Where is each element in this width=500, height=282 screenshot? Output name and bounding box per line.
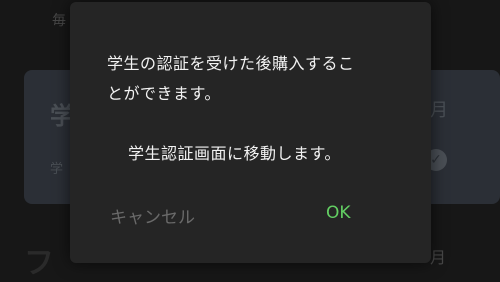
cancel-button[interactable]: キャンセル xyxy=(110,203,195,228)
background-card-month: 月 xyxy=(430,100,448,121)
dialog-message-line-3: 学生認証画面に移動します。 xyxy=(128,144,341,163)
background-card-subtitle: 学 xyxy=(50,162,64,177)
background-bottom-heading: フ xyxy=(24,246,54,281)
background-top-text: 毎 xyxy=(52,13,66,29)
dialog-message-line-2: とができます。 xyxy=(107,84,221,103)
background-bottom-month: 月 xyxy=(430,248,447,267)
dialog-message-line-1: 学生の認証を受けた後購入するこ xyxy=(107,54,355,73)
ok-button[interactable]: OK xyxy=(326,203,351,223)
confirm-dialog: 学生の認証を受けた後購入するこ とができます。 学生認証画面に移動します。 キャ… xyxy=(70,2,431,263)
